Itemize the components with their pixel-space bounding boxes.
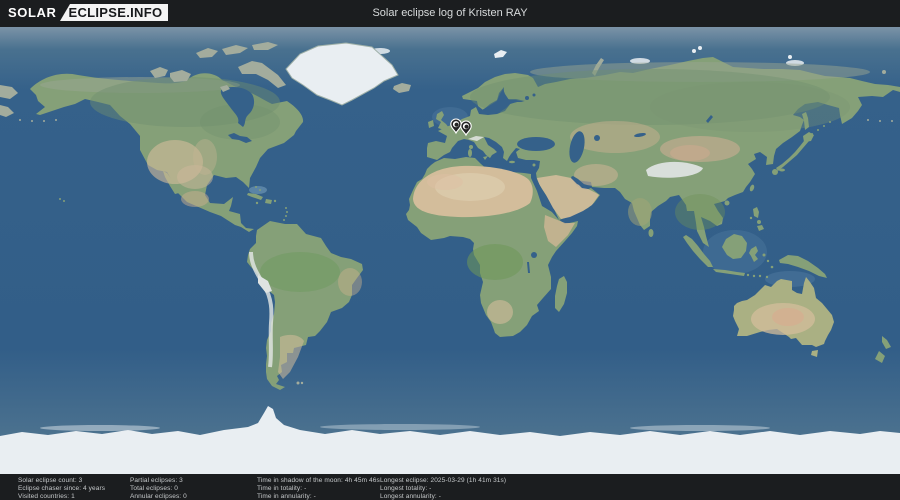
stat-line: Time in shadow of the moon: 4h 45m 46s [257,477,380,484]
stats-column-types: Partial eclipses: 3 Total eclipses: 0 An… [130,477,187,500]
header-bar: SOLAR ECLIPSE.INFO Solar eclipse log of … [0,0,900,27]
stat-line: Partial eclipses: 3 [130,477,183,484]
stat-line: Longest annularity: - [380,493,441,500]
partial-eclipse-icon-disc [454,122,459,127]
stat-line: Eclipse chaser since: 4 years [18,485,106,492]
stats-footer: Solar eclipse count: 3 Eclipse chaser si… [0,474,900,500]
stat-line: Longest eclipse: 2025-03-29 (1h 41m 31s) [380,477,507,484]
stats-column-times: Time in shadow of the moon: 4h 45m 46s T… [257,477,380,500]
stat-line: Time in annularity: - [257,493,316,500]
app-window: SOLAR ECLIPSE.INFO Solar eclipse log of … [0,0,900,500]
partial-eclipse-icon-disc [464,124,469,129]
stats-column-records: Longest eclipse: 2025-03-29 (1h 41m 31s)… [380,477,506,500]
stat-line: Time in totality: - [257,485,307,492]
stat-line: Solar eclipse count: 3 [18,477,83,484]
stat-line: Total eclipses: 0 [130,485,178,492]
world-map[interactable] [0,27,900,474]
stats-column-counts: Solar eclipse count: 3 Eclipse chaser si… [18,477,105,500]
page-title: Solar eclipse log of Kristen RAY [372,7,528,19]
stat-line: Visited countries: 1 [18,493,75,500]
stat-line: Longest totality: - [380,485,432,492]
stat-line: Annular eclipses: 0 [130,493,187,500]
